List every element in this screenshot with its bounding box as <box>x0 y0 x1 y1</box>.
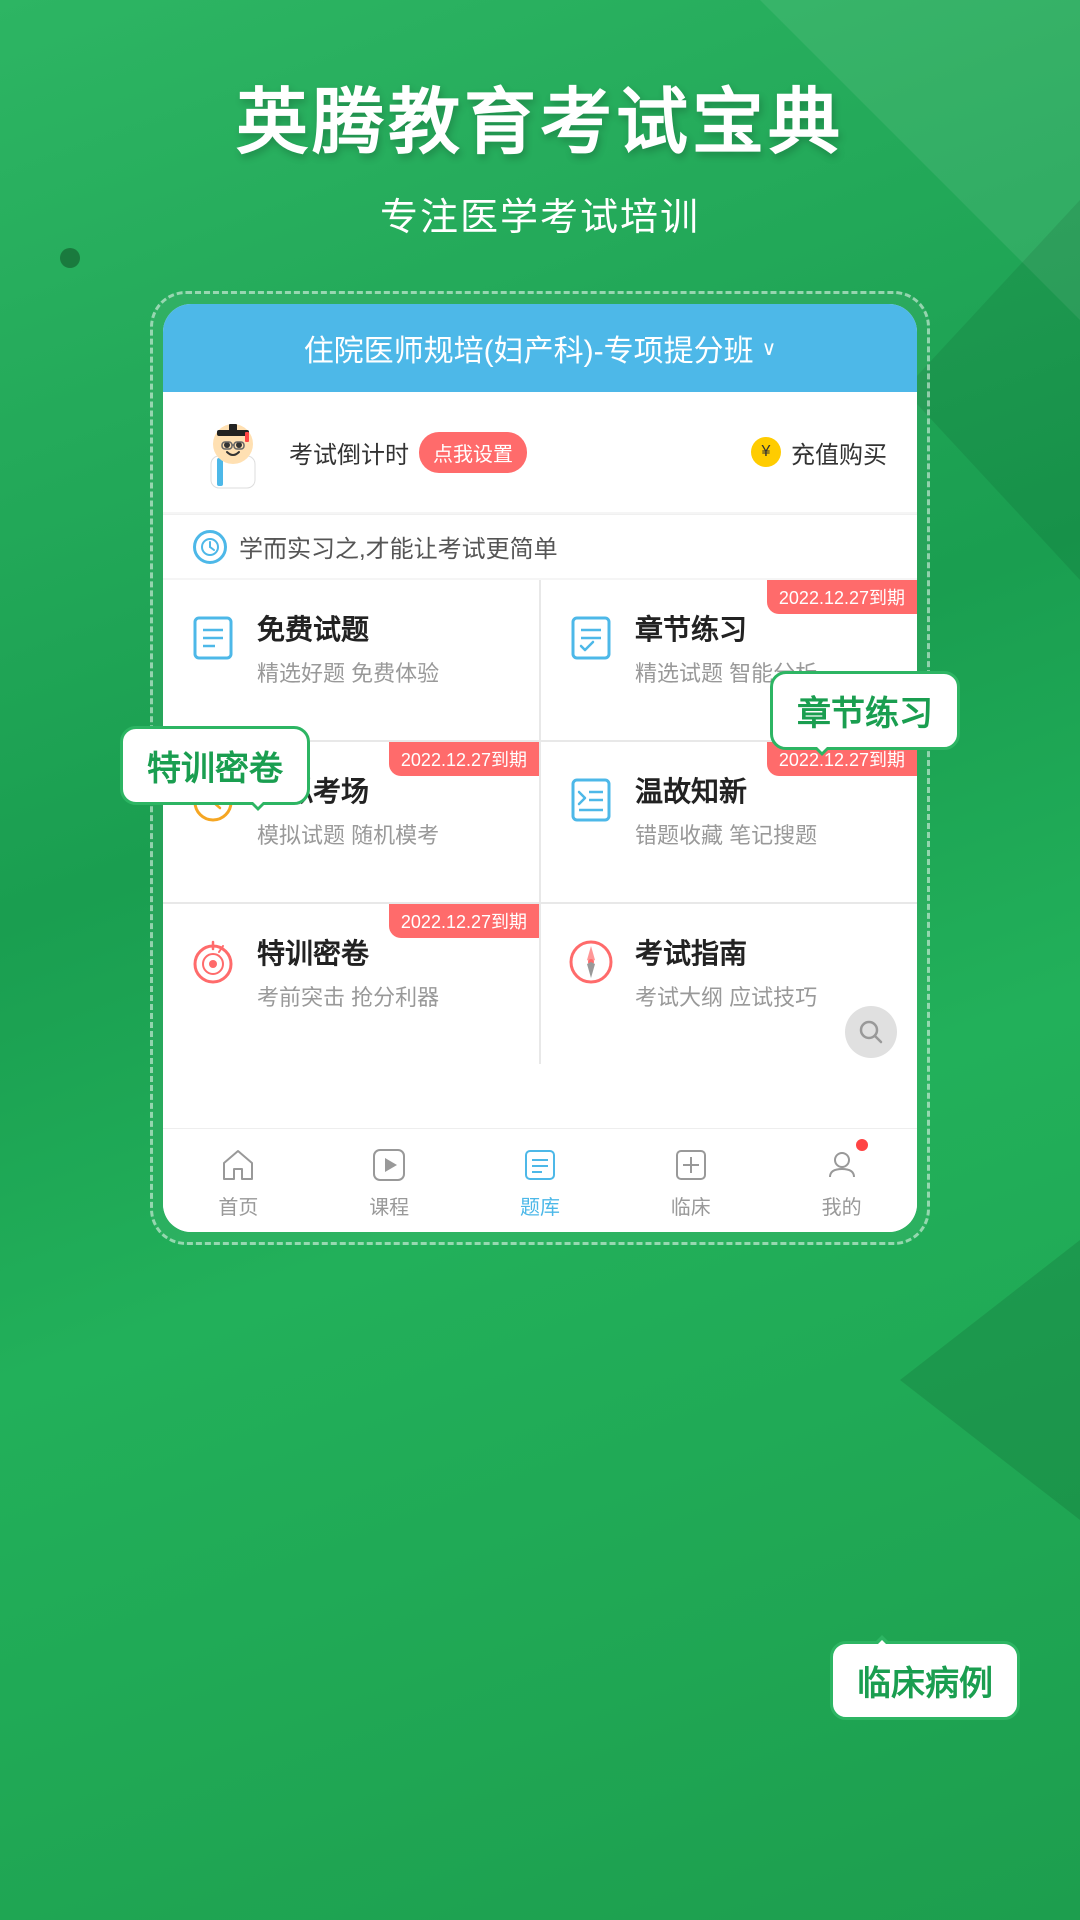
questions-icon <box>520 1145 560 1185</box>
grid-item-free-questions[interactable]: 免费试题 精选好题 免费体验 <box>163 580 539 740</box>
course-selector-text: 住院医师规培(妇产科)-专项提分班 <box>304 326 754 370</box>
slogan-bar: 学而实习之,才能让考试更简单 <box>163 514 917 578</box>
nav-mine-label: 我的 <box>822 1191 862 1220</box>
app-tagline: 专注医学考试培训 <box>0 186 1080 241</box>
nav-item-home[interactable]: 首页 <box>163 1129 314 1232</box>
phone-container: 住院医师规培(妇产科)-专项提分班 ∨ <box>150 291 930 1245</box>
bg-dot <box>60 248 80 268</box>
app-title: 英腾教育考试宝典 <box>0 80 1080 166</box>
exam-guide-desc: 考试大纲 应试技巧 <box>635 980 817 1012</box>
home-icon <box>218 1145 258 1185</box>
special-paper-desc: 考前突击 抢分利器 <box>257 980 439 1012</box>
nav-course-label: 课程 <box>369 1191 409 1220</box>
recharge-section[interactable]: ¥ 充值购买 <box>751 435 887 470</box>
nav-item-clinical[interactable]: 临床 <box>615 1129 766 1232</box>
review-icon <box>565 774 617 826</box>
feature-grid: 免费试题 精选好题 免费体验 2022.12.27到期 <box>163 580 917 1064</box>
compass-icon <box>565 936 617 988</box>
app-header: 英腾教育考试宝典 专注医学考试培训 <box>0 0 1080 241</box>
nav-item-questions[interactable]: 题库 <box>465 1129 616 1232</box>
grid-item-special-paper[interactable]: 2022.12.27到期 特训密卷 考前突击 抢分利器 <box>163 904 539 1064</box>
bg-decoration-bottom <box>900 1240 1080 1520</box>
nav-questions-label: 题库 <box>520 1191 560 1220</box>
slogan-text: 学而实习之,才能让考试更简单 <box>239 529 558 564</box>
recharge-label: 充值购买 <box>791 435 887 470</box>
mock-exam-desc: 模拟试题 随机模考 <box>257 818 439 850</box>
chapter-icon <box>565 612 617 664</box>
nav-home-label: 首页 <box>218 1191 258 1220</box>
play-icon <box>369 1145 409 1185</box>
person-icon <box>822 1145 862 1185</box>
document-icon <box>187 612 239 664</box>
countdown-label: 考试倒计时 <box>289 435 409 470</box>
mine-notification-dot <box>856 1139 868 1151</box>
avatar <box>193 412 273 492</box>
linbed-callout: 临床病例 <box>830 1641 1020 1720</box>
target-icon <box>187 936 239 988</box>
coin-icon: ¥ <box>751 437 781 467</box>
free-questions-desc: 精选好题 免费体验 <box>257 656 439 688</box>
nav-item-course[interactable]: 课程 <box>314 1129 465 1232</box>
mock-expire-badge: 2022.12.27到期 <box>389 742 539 776</box>
chapter-callout: 章节练习 <box>770 671 960 750</box>
nav-clinical-label: 临床 <box>671 1191 711 1220</box>
review-desc: 错题收藏 笔记搜题 <box>635 818 817 850</box>
dropdown-arrow-icon: ∨ <box>762 336 777 361</box>
countdown-section: 考试倒计时 点我设置 <box>289 432 527 473</box>
user-left: 考试倒计时 点我设置 <box>193 412 527 492</box>
miju-callout: 特训密卷 <box>120 726 310 805</box>
miju-callout-text: 特训密卷 <box>147 750 283 788</box>
clinical-icon <box>671 1145 711 1185</box>
course-selector-bar[interactable]: 住院医师规培(妇产科)-专项提分班 ∨ <box>163 304 917 392</box>
chapter-expire-badge: 2022.12.27到期 <box>767 580 917 614</box>
chapter-callout-text: 章节练习 <box>797 695 933 733</box>
special-paper-title: 特训密卷 <box>257 932 439 972</box>
user-info-bar: 考试倒计时 点我设置 ¥ 充值购买 <box>163 392 917 512</box>
clock-icon <box>193 530 227 564</box>
nav-item-mine[interactable]: 我的 <box>766 1129 917 1232</box>
grid-item-review[interactable]: 2022.12.27到期 温故知新 错题收藏 笔记搜题 <box>541 742 917 902</box>
free-questions-title: 免费试题 <box>257 608 439 648</box>
exam-guide-title: 考试指南 <box>635 932 817 972</box>
special-expire-badge: 2022.12.27到期 <box>389 904 539 938</box>
chapter-practice-title: 章节练习 <box>635 608 817 648</box>
bottom-navigation: 首页 课程 <box>163 1128 917 1232</box>
countdown-set-button[interactable]: 点我设置 <box>419 432 527 473</box>
review-title: 温故知新 <box>635 770 817 810</box>
linbed-callout-text: 临床病例 <box>857 1665 993 1703</box>
search-float-button[interactable] <box>845 1006 897 1058</box>
